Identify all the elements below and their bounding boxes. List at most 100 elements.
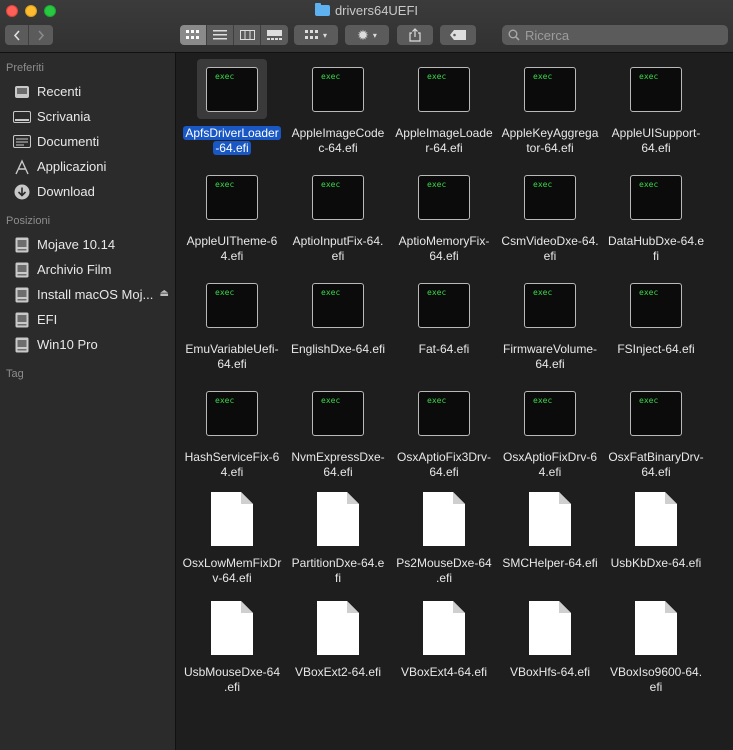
file-item[interactable]: exec AppleKeyAggrega tor-64.efi: [497, 59, 603, 156]
file-item[interactable]: exec AptioMemoryFix- 64.efi: [391, 167, 497, 264]
share-button[interactable]: [397, 25, 433, 45]
forward-button[interactable]: [29, 25, 53, 45]
tags-button[interactable]: [440, 25, 476, 45]
file-item[interactable]: VBoxHfs-64.efi: [497, 598, 603, 680]
desktop-icon: [13, 109, 31, 125]
locations-header: Posizioni: [6, 215, 51, 227]
file-item[interactable]: exec AppleImageCode c-64.efi: [285, 59, 391, 156]
sidebar-item-download[interactable]: Download: [0, 179, 175, 204]
blank-document-icon: [317, 492, 359, 546]
eject-icon[interactable]: ⏏: [160, 288, 169, 299]
file-name-line: ApfsDriverLoader: [183, 126, 281, 140]
file-name: AppleUISupport- 64.efi: [604, 126, 708, 156]
sidebar-item-label: Win10 Pro: [37, 337, 98, 352]
file-item[interactable]: exec FSInject-64.efi: [603, 275, 709, 357]
exec-file-icon: exec: [303, 167, 373, 227]
icon-view-button[interactable]: [180, 25, 207, 45]
terminal-icon: exec: [312, 174, 364, 220]
file-item[interactable]: exec NvmExpressDxe- 64.efi: [285, 383, 391, 480]
back-button[interactable]: [5, 25, 29, 45]
file-item[interactable]: exec OsxAptioFixDrv-6 4.efi: [497, 383, 603, 480]
file-name: VBoxExt2-64.efi: [286, 665, 390, 680]
file-item[interactable]: VBoxExt2-64.efi: [285, 598, 391, 680]
file-item[interactable]: exec EmuVariableUefi- 64.efi: [179, 275, 285, 372]
action-menu-button[interactable]: ✹ ▾: [345, 25, 389, 45]
file-item[interactable]: exec Fat-64.efi: [391, 275, 497, 357]
file-name-line: UsbKbDxe-64.efi: [610, 556, 702, 570]
column-view-button[interactable]: [234, 25, 261, 45]
sidebar-item-efi[interactable]: EFI: [0, 307, 175, 332]
file-item[interactable]: exec AppleImageLoade r-64.efi: [391, 59, 497, 156]
list-view-button[interactable]: [207, 25, 234, 45]
group-by-button[interactable]: ▾: [294, 25, 338, 45]
file-name-line: PartitionDxe-64.e: [291, 556, 385, 570]
exec-file-icon: exec: [621, 167, 691, 227]
file-item[interactable]: exec AptioInputFix-64. efi: [285, 167, 391, 264]
file-name-line: FirmwareVolume-: [502, 342, 598, 356]
exec-badge: exec: [427, 395, 447, 405]
chevron-down-icon: ▾: [372, 30, 377, 40]
file-name-line: 4.efi: [220, 249, 244, 263]
file-item[interactable]: exec HashServiceFix-6 4.efi: [179, 383, 285, 480]
file-item[interactable]: exec OsxFatBinaryDrv- 64.efi: [603, 383, 709, 480]
sidebar-item-label: EFI: [37, 312, 58, 327]
terminal-icon: exec: [312, 390, 364, 436]
exec-badge: exec: [321, 287, 341, 297]
file-name-line: AppleImageLoade: [395, 126, 493, 140]
gallery-view-icon: [267, 30, 282, 40]
blank-document-icon: [317, 601, 359, 655]
blank-document-icon: [211, 601, 253, 655]
file-item[interactable]: VBoxExt4-64.efi: [391, 598, 497, 680]
file-name-line: 64.efi: [429, 465, 459, 479]
sidebar-item-label: Documenti: [37, 134, 100, 149]
search-field[interactable]: Ricerca: [502, 25, 728, 45]
exec-file-icon: exec: [515, 383, 585, 443]
document-file-icon: [621, 598, 691, 658]
file-item[interactable]: exec EnglishDxe-64.efi: [285, 275, 391, 357]
sidebar-item-win10-pro[interactable]: Win10 Pro: [0, 332, 175, 357]
file-item[interactable]: exec DataHubDxe-64.e fi: [603, 167, 709, 264]
file-item[interactable]: PartitionDxe-64.e fi: [285, 489, 391, 586]
exec-file-icon: exec: [515, 275, 585, 335]
file-item[interactable]: Ps2MouseDxe-64 .efi: [391, 489, 497, 586]
terminal-icon: exec: [630, 390, 682, 436]
file-item[interactable]: exec CsmVideoDxe-64. efi: [497, 167, 603, 264]
sidebar-item-mojave[interactable]: Mojave 10.14: [0, 232, 175, 257]
file-name: AptioMemoryFix- 64.efi: [392, 234, 496, 264]
exec-file-icon: exec: [621, 59, 691, 119]
sidebar-item-archivio-film[interactable]: Archivio Film: [0, 257, 175, 282]
sidebar-item-label: Archivio Film: [37, 262, 112, 277]
exec-badge: exec: [427, 71, 447, 81]
sidebar-item-documenti[interactable]: Documenti: [0, 129, 175, 154]
terminal-icon: exec: [524, 390, 576, 436]
file-name-line: 64.efi: [641, 465, 671, 479]
file-item[interactable]: UsbKbDxe-64.efi: [603, 489, 709, 571]
file-name-line: CsmVideoDxe-64.: [501, 234, 599, 248]
file-name: VBoxIso9600-64. efi: [604, 665, 708, 695]
file-name-line: AptioInputFix-64.: [292, 234, 384, 248]
file-item[interactable]: exec AppleUITheme-6 4.efi: [179, 167, 285, 264]
exec-file-icon: exec: [197, 383, 267, 443]
file-item[interactable]: exec FirmwareVolume- 64.efi: [497, 275, 603, 372]
file-item[interactable]: OsxLowMemFixDr v-64.efi: [179, 489, 285, 586]
file-name-line: -64.efi: [213, 141, 251, 155]
file-item[interactable]: UsbMouseDxe-64 .efi: [179, 598, 285, 695]
sidebar-item-recenti[interactable]: Recenti: [0, 79, 175, 104]
gallery-view-button[interactable]: [261, 25, 288, 45]
file-item[interactable]: VBoxIso9600-64. efi: [603, 598, 709, 695]
file-item[interactable]: exec OsxAptioFix3Drv- 64.efi: [391, 383, 497, 480]
file-item[interactable]: exec AppleUISupport- 64.efi: [603, 59, 709, 156]
terminal-icon: exec: [524, 66, 576, 112]
sidebar-item-applicazioni[interactable]: Applicazioni: [0, 154, 175, 179]
file-item[interactable]: exec ApfsDriverLoader -64.efi: [179, 59, 285, 156]
file-name-line: r-64.efi: [425, 141, 463, 155]
file-name: NvmExpressDxe- 64.efi: [286, 450, 390, 480]
window-toolbar: drivers64UEFI ▾ ✹ ▾ Ricerca: [0, 0, 733, 53]
sidebar-item-scrivania[interactable]: Scrivania: [0, 104, 175, 129]
sidebar-item-install-macos[interactable]: Install macOS Moj... ⏏: [0, 282, 175, 307]
search-placeholder: Ricerca: [525, 27, 570, 43]
file-item[interactable]: SMCHelper-64.efi: [497, 489, 603, 571]
file-name-line: 64.efi: [217, 357, 247, 371]
exec-file-icon: exec: [303, 59, 373, 119]
sidebar-item-label: Applicazioni: [37, 159, 107, 174]
